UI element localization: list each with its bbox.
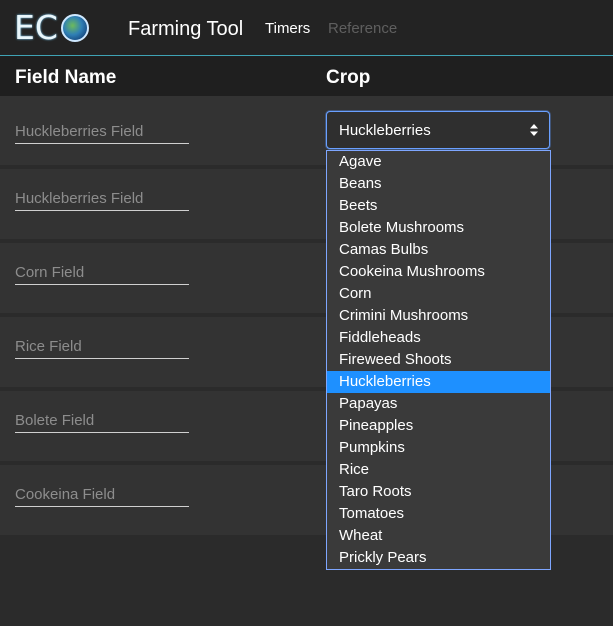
crop-option[interactable]: Taro Roots bbox=[327, 481, 550, 503]
navbar: E C Farming Tool Timers Reference bbox=[0, 0, 613, 56]
globe-icon bbox=[60, 14, 89, 42]
crop-option[interactable]: Camas Bulbs bbox=[327, 239, 550, 261]
crop-select[interactable]: Huckleberries bbox=[326, 111, 550, 149]
field-name-input[interactable] bbox=[15, 119, 189, 144]
crop-option[interactable]: Beans bbox=[327, 173, 550, 195]
crop-option[interactable]: Bolete Mushrooms bbox=[327, 217, 550, 239]
nav-link-reference[interactable]: Reference bbox=[328, 19, 397, 39]
crop-option[interactable]: Corn bbox=[327, 283, 550, 305]
eco-logo[interactable]: E C bbox=[14, 10, 89, 46]
column-header-field-name: Field Name bbox=[15, 67, 117, 88]
brand-title[interactable]: Farming Tool bbox=[128, 16, 243, 42]
crop-option[interactable]: Beets bbox=[327, 195, 550, 217]
crop-option[interactable]: Fireweed Shoots bbox=[327, 349, 550, 371]
logo-letter-c: C bbox=[34, 8, 58, 47]
column-header-crop: Crop bbox=[326, 67, 371, 88]
field-name-input[interactable] bbox=[15, 408, 189, 433]
logo-letter-e: E bbox=[14, 8, 35, 47]
crop-option[interactable]: Wheat bbox=[327, 525, 550, 547]
field-name-input[interactable] bbox=[15, 334, 189, 359]
crop-dropdown-list: Agave Beans Beets Bolete Mushrooms Camas… bbox=[326, 150, 551, 570]
field-name-input[interactable] bbox=[15, 260, 189, 285]
crop-option[interactable]: Rice bbox=[327, 459, 550, 481]
select-arrows-icon bbox=[530, 124, 538, 136]
field-name-input[interactable] bbox=[15, 186, 189, 211]
crop-option[interactable]: Prickly Pears bbox=[327, 547, 550, 569]
crop-option[interactable]: Crimini Mushrooms bbox=[327, 305, 550, 327]
crop-option[interactable]: Papayas bbox=[327, 393, 550, 415]
crop-select-value: Huckleberries bbox=[339, 122, 431, 139]
table-header: Field Name Crop bbox=[0, 56, 613, 96]
crop-option[interactable]: Pineapples bbox=[327, 415, 550, 437]
crop-option[interactable]: Tomatoes bbox=[327, 503, 550, 525]
crop-option[interactable]: Fiddleheads bbox=[327, 327, 550, 349]
crop-option[interactable]: Cookeina Mushrooms bbox=[327, 261, 550, 283]
crop-option[interactable]: Agave bbox=[327, 151, 550, 173]
crop-option-selected[interactable]: Huckleberries bbox=[327, 371, 550, 393]
crop-option[interactable]: Pumpkins bbox=[327, 437, 550, 459]
nav-link-timers[interactable]: Timers bbox=[265, 19, 310, 39]
field-name-input[interactable] bbox=[15, 482, 189, 507]
